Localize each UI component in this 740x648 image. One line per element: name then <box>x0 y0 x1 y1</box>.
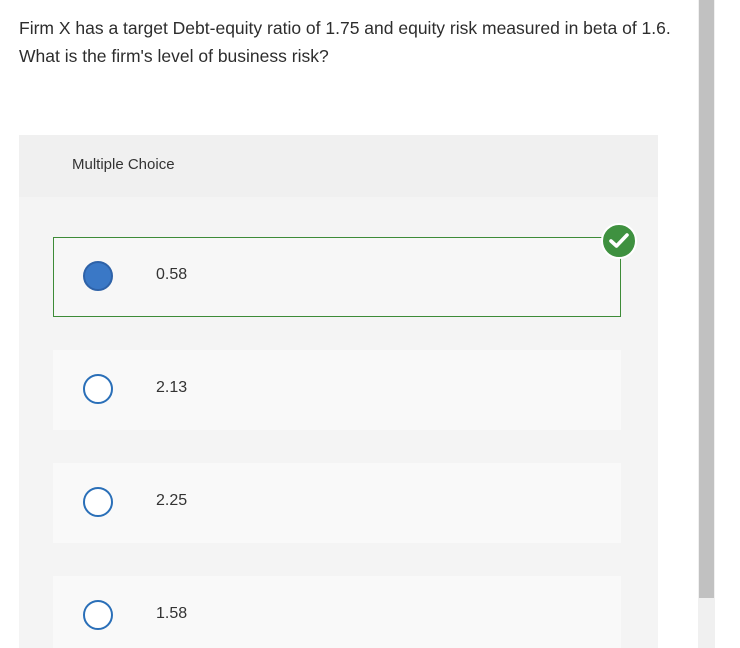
answer-option-label: 2.25 <box>156 492 188 509</box>
answer-option-3[interactable]: 2.25 <box>53 463 621 543</box>
multiple-choice-panel: Multiple Choice 0.58 2.13 2.25 1.58 <box>19 135 658 648</box>
answer-option-2[interactable]: 2.13 <box>53 350 621 430</box>
question-text: Firm X has a target Debt-equity ratio of… <box>19 18 671 66</box>
checkmark-icon <box>609 233 629 248</box>
answer-option-label: 2.13 <box>156 379 188 396</box>
radio-selected-icon[interactable] <box>83 261 113 291</box>
multiple-choice-label: Multiple Choice <box>72 156 175 173</box>
question-page: Firm X has a target Debt-equity ratio of… <box>0 0 740 648</box>
radio-icon[interactable] <box>83 600 113 630</box>
answer-option-label: 1.58 <box>156 605 188 622</box>
scrollbar-thumb[interactable] <box>699 0 714 598</box>
radio-icon[interactable] <box>83 487 113 517</box>
answer-option-label: 0.58 <box>156 266 188 283</box>
answer-option-4[interactable]: 1.58 <box>53 576 621 648</box>
radio-icon[interactable] <box>83 374 113 404</box>
answer-option-1[interactable]: 0.58 <box>53 237 621 317</box>
check-circle-icon <box>601 223 637 259</box>
multiple-choice-header: Multiple Choice <box>19 135 658 197</box>
